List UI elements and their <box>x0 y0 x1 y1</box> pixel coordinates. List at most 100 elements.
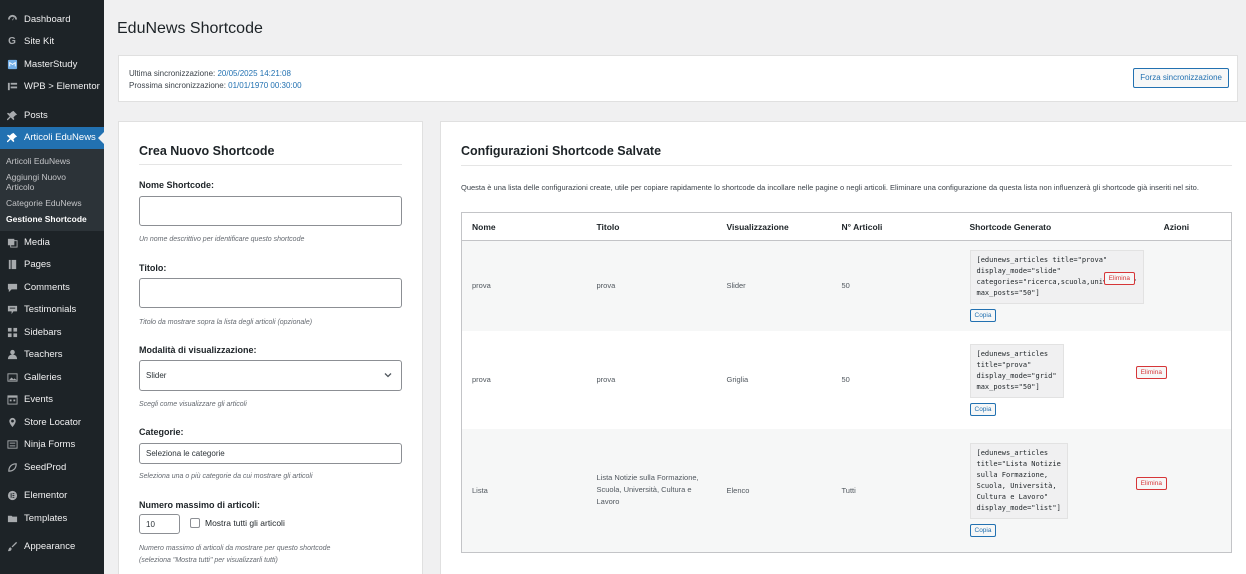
last-sync: Ultima sincronizzazione: 20/05/2025 14:2… <box>129 69 291 78</box>
sidebar-item-store-locator[interactable]: Store Locator <box>0 411 104 434</box>
row-name: Lista <box>461 428 587 553</box>
create-shortcode-card: Crea Nuovo Shortcode Nome Shortcode: Un … <box>118 121 423 574</box>
sync-status-box: Ultima sincronizzazione: 20/05/2025 14:2… <box>118 55 1238 102</box>
display-mode-select[interactable]: Slider <box>139 360 402 391</box>
galleries-icon <box>6 371 18 383</box>
sidebar-item-media[interactable]: Media <box>0 231 104 254</box>
copy-button[interactable]: Copia <box>969 402 997 416</box>
testimonials-icon <box>6 304 18 316</box>
categories-help: Seleziona una o più categorie da cui mos… <box>139 473 313 480</box>
shortcodes-table: Nome Titolo Visualizzazione N° Articoli … <box>461 212 1232 553</box>
sidebar-item-wpb[interactable]: WPB > Elementor <box>0 76 104 99</box>
submenu-item-gestione-shortcode[interactable]: Gestione Shortcode <box>0 211 104 227</box>
title-input[interactable] <box>139 278 402 308</box>
col-n-articoli: N° Articoli <box>831 212 960 241</box>
sidebar-item-sitekit[interactable]: G Site Kit <box>0 31 104 54</box>
sidebar-item-testimonials[interactable]: Testimonials <box>0 299 104 322</box>
brush-icon <box>6 541 18 553</box>
row-mode: Elenco <box>716 428 832 553</box>
location-icon <box>6 416 18 428</box>
delete-button[interactable]: Elimina <box>1135 366 1167 379</box>
copy-button[interactable]: Copia <box>969 308 997 322</box>
row-name: prova <box>461 240 587 331</box>
show-all-checkbox[interactable] <box>190 518 200 528</box>
row-actions: Elimina <box>1135 330 1232 429</box>
row-shortcode-cell: [edunews_articles title="prova" display_… <box>959 240 1154 331</box>
next-sync: Prossima sincronizzazione: 01/01/1970 00… <box>129 81 302 90</box>
seedprod-icon <box>6 461 18 473</box>
table-header-row: Nome Titolo Visualizzazione N° Articoli … <box>461 212 1232 241</box>
row-title: Lista Notizie sulla Formazione, Scuola, … <box>586 428 717 553</box>
submenu-item-articoli[interactable]: Articoli EduNews <box>0 153 104 169</box>
elementor-icon <box>6 490 18 502</box>
sidebar-item-pages[interactable]: Pages <box>0 254 104 277</box>
chevron-down-icon <box>384 373 392 378</box>
row-mode: Griglia <box>716 330 832 429</box>
row-count: 50 <box>831 240 960 331</box>
shortcode-name-input[interactable] <box>139 196 402 226</box>
pin-icon <box>6 132 18 144</box>
sidebar-item-galleries[interactable]: Galleries <box>0 366 104 389</box>
sidebar-item-posts[interactable]: Posts <box>0 104 104 127</box>
sidebar-item-ninja-forms[interactable]: Ninja Forms <box>0 434 104 457</box>
sidebars-icon <box>6 326 18 338</box>
col-azioni: Azioni <box>1153 212 1232 241</box>
sidebar-item-articoli-edunews[interactable]: Articoli EduNews <box>0 126 104 149</box>
row-mode: Slider <box>716 240 832 331</box>
col-shortcode: Shortcode Generato <box>959 212 1154 241</box>
mode-label: Modalità di visualizzazione: <box>139 345 257 355</box>
table-row: Lista Lista Notizie sulla Formazione, Sc… <box>461 428 1232 553</box>
title-label: Titolo: <box>139 263 167 273</box>
table-row: prova prova Griglia 50 [edunews_articles… <box>461 330 1232 429</box>
submenu-item-categorie[interactable]: Categorie EduNews <box>0 195 104 211</box>
sidebar-item-elementor[interactable]: Elementor <box>0 485 104 508</box>
show-all-label: Mostra tutti gli articoli <box>205 518 285 528</box>
masterstudy-icon <box>6 58 18 70</box>
submenu-item-aggiungi[interactable]: Aggiungi Nuovo Articolo <box>0 169 90 195</box>
max-help-2: (seleziona "Mostra tutti" per visualizza… <box>139 557 278 564</box>
pages-icon <box>6 259 18 271</box>
teachers-icon <box>6 349 18 361</box>
name-help: Un nome descrittivo per identificare que… <box>139 236 305 243</box>
sidebar-item-seedprod[interactable]: SeedProd <box>0 456 104 479</box>
categories-label: Categorie: <box>139 427 184 437</box>
shortcode-code: [edunews_articles title="Lista Notizie s… <box>969 443 1068 520</box>
sidebar-item-masterstudy[interactable]: MasterStudy <box>0 53 104 76</box>
forms-icon <box>6 439 18 451</box>
sidebar-item-dashboard[interactable]: Dashboard <box>0 8 104 31</box>
row-actions: Elimina <box>1103 240 1232 331</box>
col-titolo: Titolo <box>586 212 717 241</box>
row-count: Tutti <box>831 428 960 553</box>
sidebar-item-comments[interactable]: Comments <box>0 276 104 299</box>
page-title: EduNews Shortcode <box>117 20 263 37</box>
calendar-icon <box>6 394 18 406</box>
comments-icon <box>6 281 18 293</box>
saved-shortcodes-title: Configurazioni Shortcode Salvate <box>461 144 662 158</box>
row-name: prova <box>461 330 587 429</box>
sidebar-item-sidebars[interactable]: Sidebars <box>0 321 104 344</box>
main-content: EduNews Shortcode Ultima sincronizzazion… <box>104 0 1246 574</box>
folder-icon <box>6 512 18 524</box>
row-title: prova <box>586 240 717 331</box>
media-icon <box>6 236 18 248</box>
sidebar-item-teachers[interactable]: Teachers <box>0 344 104 367</box>
force-sync-button[interactable]: Forza sincronizzazione <box>1133 68 1229 88</box>
max-posts-input[interactable]: 10 <box>139 514 180 534</box>
sidebar-item-templates[interactable]: Templates <box>0 507 104 530</box>
saved-shortcodes-card: Configurazioni Shortcode Salvate Questa … <box>440 121 1246 574</box>
categories-select[interactable]: Seleziona le categorie <box>139 443 402 464</box>
shortcode-code: [edunews_articles title="prova" display_… <box>969 343 1064 398</box>
mode-help: Scegli come visualizzare gli articoli <box>139 401 247 408</box>
sidebar-item-appearance[interactable]: Appearance <box>0 536 104 559</box>
create-shortcode-title: Crea Nuovo Shortcode <box>139 144 275 158</box>
delete-button[interactable]: Elimina <box>1135 476 1167 490</box>
sidebar-item-events[interactable]: Events <box>0 389 104 412</box>
copy-button[interactable]: Copia <box>969 524 997 538</box>
row-count: 50 <box>831 330 960 429</box>
admin-sidebar: Dashboard G Site Kit MasterStudy WPB > E… <box>0 0 104 574</box>
edunews-submenu: Articoli EduNews Aggiungi Nuovo Articolo… <box>0 149 104 231</box>
col-visualizzazione: Visualizzazione <box>716 212 832 241</box>
divider <box>139 164 402 165</box>
delete-button[interactable]: Elimina <box>1103 272 1135 286</box>
saved-intro: Questa è una lista delle configurazioni … <box>461 183 1199 192</box>
